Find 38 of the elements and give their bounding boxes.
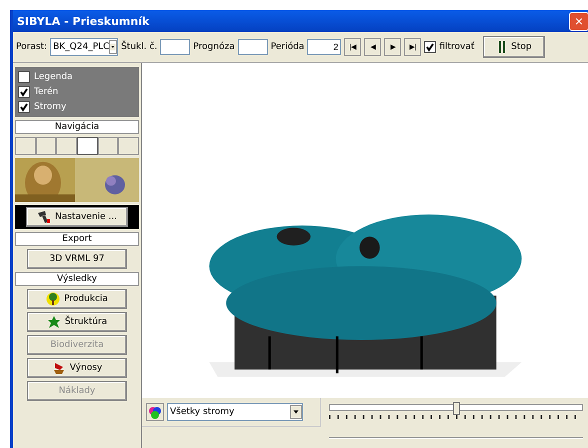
checkbox-label: Terén <box>34 87 58 97</box>
section-header: Výsledky <box>15 272 139 286</box>
axe-icon <box>52 361 66 375</box>
navigation-tool[interactable] <box>77 137 98 155</box>
export-button[interactable]: 3D VRML 97 <box>27 249 127 269</box>
results-button[interactable]: Produkcia <box>27 289 127 309</box>
section-header: Navigácia <box>15 120 139 134</box>
checkbox[interactable] <box>18 71 30 83</box>
slider-thumb[interactable] <box>453 402 460 415</box>
results-button[interactable]: Výnosy <box>27 358 127 378</box>
checkbox[interactable] <box>18 86 30 98</box>
palette-icon <box>148 405 162 419</box>
tools-icon <box>36 210 51 224</box>
stand-label: Porast: <box>16 42 48 52</box>
stand-dropdown[interactable]: BK_Q24_PLC <box>50 38 118 56</box>
navigation-tool[interactable] <box>98 137 118 155</box>
filter-label: filtrovať <box>439 42 474 52</box>
close-button[interactable]: × <box>569 12 588 30</box>
period-label: Perióda <box>270 42 304 52</box>
tree-filter-dropdown[interactable]: Všetky stromy <box>167 403 303 421</box>
prognosis-field[interactable] <box>238 39 268 55</box>
prognosis-label: Prognóza <box>193 42 235 52</box>
period-field[interactable]: 2 <box>307 39 342 55</box>
leaf-icon <box>46 315 61 329</box>
section-header: Export <box>15 232 139 246</box>
structure-field[interactable] <box>160 39 190 55</box>
results-button[interactable]: Štruktúra <box>27 312 127 332</box>
stop-button[interactable]: Stop <box>483 36 546 58</box>
checkbox-label: Legenda <box>34 72 73 82</box>
checkbox[interactable] <box>18 101 30 113</box>
dropdown-arrow-icon <box>290 405 302 419</box>
checkbox-label: Stromy <box>34 102 66 112</box>
window-title: SIBYLA - Prieskumník <box>17 14 150 28</box>
color-button[interactable] <box>146 403 164 421</box>
settings-button[interactable]: Nastavenie ... <box>26 207 128 227</box>
structure-label: Štukl. č. <box>121 42 158 52</box>
navigation-tool[interactable] <box>56 137 78 155</box>
filter-checkbox[interactable] <box>424 41 436 53</box>
